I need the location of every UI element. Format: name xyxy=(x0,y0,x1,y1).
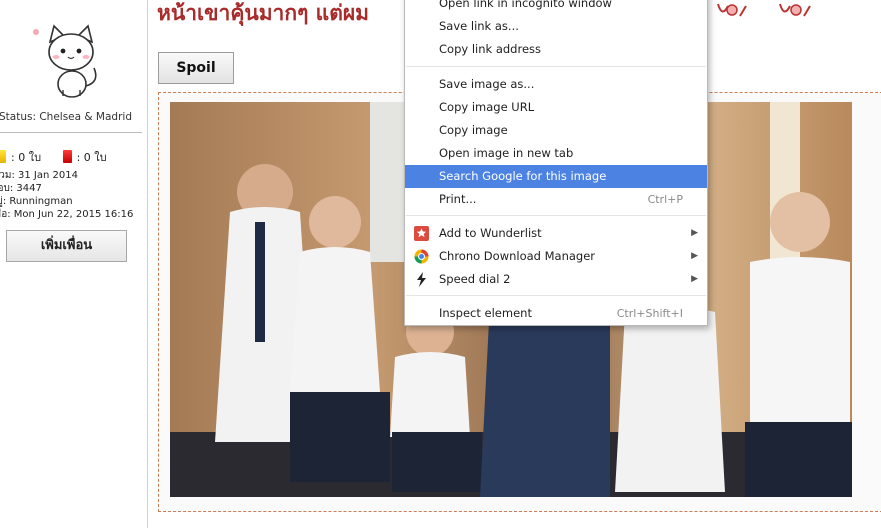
divider xyxy=(0,132,142,133)
status-text: Status: Chelsea & Madrid xyxy=(0,111,132,123)
menu-item-open-image-tab[interactable]: Open image in new tab xyxy=(405,142,707,165)
yellow-card-count: : 0 ใบ xyxy=(11,151,42,164)
profile-sidebar: Status: Chelsea & Madrid : 0 ใบ : 0 ใบ เ… xyxy=(0,0,148,528)
post-title: หน้าเขาคุ้นมากๆ แต่ผม xyxy=(157,1,369,25)
menu-item-speed-dial[interactable]: Speed dial 2 ▶ xyxy=(405,268,707,291)
last-seen: ออนไลน์ล่าสุดเมื่อ: Mon Jun 22, 2015 16:… xyxy=(0,209,134,220)
menu-item-copy-image-url[interactable]: Copy image URL xyxy=(405,96,707,119)
menu-item-open-incognito[interactable]: Open link in incognito window xyxy=(405,0,707,15)
menu-item-search-google-image[interactable]: Search Google for this image xyxy=(405,165,707,188)
chrono-icon xyxy=(414,249,429,264)
wunderlist-icon xyxy=(414,226,429,241)
print-shortcut: Ctrl+P xyxy=(647,193,683,206)
menu-separator xyxy=(406,295,706,296)
inspect-shortcut: Ctrl+Shift+I xyxy=(616,307,683,320)
menu-item-save-image[interactable]: Save image as... xyxy=(405,73,707,96)
card-counts: : 0 ใบ : 0 ใบ xyxy=(0,148,107,166)
menu-item-copy-image[interactable]: Copy image xyxy=(405,119,707,142)
menu-item-save-link[interactable]: Save link as... xyxy=(405,15,707,38)
context-menu: Open link in incognito window Save link … xyxy=(404,0,708,326)
add-friend-button[interactable]: เพิ่มเพื่อน xyxy=(6,230,127,262)
menu-item-chrono[interactable]: Chrono Download Manager ▶ xyxy=(405,245,707,268)
lightning-icon xyxy=(417,272,426,287)
submenu-arrow-icon: ▶ xyxy=(691,251,698,261)
submenu-arrow-icon: ▶ xyxy=(691,228,698,238)
emoticon-stickers xyxy=(717,3,811,17)
menu-item-inspect-element[interactable]: Inspect element Ctrl+Shift+I xyxy=(405,302,707,325)
red-card-icon xyxy=(62,150,72,163)
menu-separator xyxy=(406,215,706,216)
menu-item-copy-link[interactable]: Copy link address xyxy=(405,38,707,61)
red-card-count: : 0 ใบ xyxy=(76,151,107,164)
spoil-button[interactable]: Spoil xyxy=(158,52,234,84)
yellow-card-icon xyxy=(0,150,6,163)
menu-item-print[interactable]: Print... Ctrl+P xyxy=(405,188,707,211)
cat-avatar xyxy=(33,24,97,98)
submenu-arrow-icon: ▶ xyxy=(691,274,698,284)
menu-separator xyxy=(406,66,706,67)
menu-item-wunderlist[interactable]: Add to Wunderlist ▶ xyxy=(405,222,707,245)
